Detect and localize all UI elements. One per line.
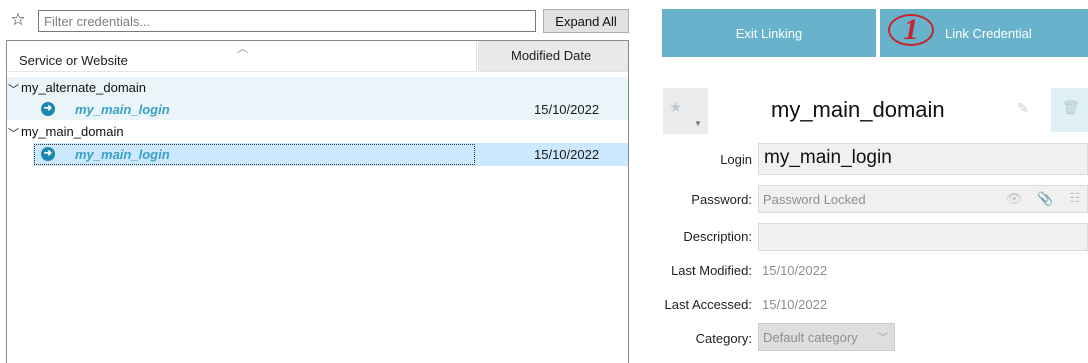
eye-icon[interactable]: 👁 bbox=[1006, 191, 1023, 207]
edit-icon: ✎ bbox=[1017, 100, 1029, 116]
paperclip-icon[interactable]: 📎 bbox=[1037, 191, 1053, 207]
chevron-down-icon: ﹀ bbox=[878, 333, 888, 344]
expand-all-button[interactable]: Expand All bbox=[543, 9, 629, 33]
category-label: Category: bbox=[695, 331, 752, 346]
chevron-down-icon: ▼ bbox=[694, 119, 702, 128]
favorites-filter-star-icon[interactable]: ☆ bbox=[7, 10, 29, 32]
credential-modified-date: 15/10/2022 bbox=[534, 147, 600, 162]
exit-linking-button[interactable]: Exit Linking bbox=[662, 9, 876, 57]
description-field[interactable] bbox=[758, 223, 1088, 251]
sliders-icon[interactable]: ☷ bbox=[1069, 190, 1081, 206]
last-accessed-value: 15/10/2022 bbox=[762, 297, 828, 312]
filter-credentials-input[interactable] bbox=[38, 10, 536, 32]
group-label-my-alternate-domain[interactable]: my_alternate_domain bbox=[21, 80, 146, 95]
login-field-value: my_main_login bbox=[764, 147, 892, 168]
group-label-my-main-domain[interactable]: my_main_domain bbox=[21, 124, 124, 139]
credential-modified-date: 15/10/2022 bbox=[534, 102, 600, 117]
password-field-value: Password Locked bbox=[763, 192, 866, 207]
credential-login-label[interactable]: my_main_login bbox=[75, 102, 170, 117]
arrow-right-circle-icon: ➜ bbox=[41, 147, 55, 161]
trash-icon: 🗑 bbox=[1062, 99, 1080, 115]
record-title: my_main_domain bbox=[771, 97, 945, 122]
password-field-label: Password: bbox=[691, 192, 752, 207]
expand-group-chevron-down-icon[interactable]: ﹀ bbox=[8, 125, 19, 141]
column-header-service-label: Service or Website bbox=[19, 53, 128, 68]
last-modified-label: Last Modified: bbox=[671, 263, 752, 278]
expand-group-chevron-down-icon[interactable]: ﹀ bbox=[8, 81, 19, 97]
sort-ascending-chevron-icon: ︿ bbox=[237, 43, 248, 55]
star-icon: ★ bbox=[669, 99, 683, 116]
arrow-right-circle-icon: ➜ bbox=[41, 102, 55, 116]
credential-login-label[interactable]: my_main_login bbox=[75, 147, 170, 162]
login-field-label: Login bbox=[720, 152, 752, 167]
last-modified-value: 15/10/2022 bbox=[762, 263, 828, 278]
step-number-badge: 1 bbox=[888, 14, 934, 46]
description-field-label: Description: bbox=[683, 229, 752, 244]
last-accessed-label: Last Accessed: bbox=[664, 297, 752, 312]
category-select-value: Default category bbox=[763, 330, 858, 345]
column-header-modified-label: Modified Date bbox=[511, 48, 592, 63]
